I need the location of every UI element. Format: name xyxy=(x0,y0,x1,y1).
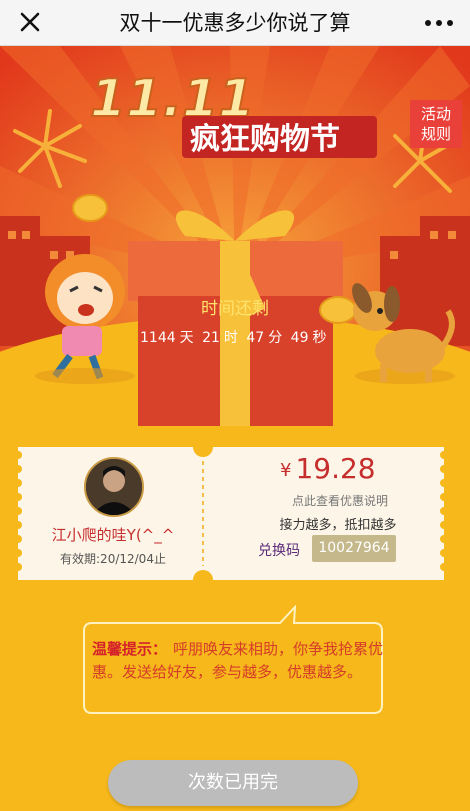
countdown-seconds-unit: 秒 xyxy=(312,330,327,346)
validity-date: 有效期:20/12/04止 xyxy=(60,552,166,566)
countdown-hours: 21 xyxy=(202,330,220,346)
user-avatar-icon xyxy=(86,459,142,515)
countdown-minutes: 47 xyxy=(246,330,265,346)
countdown-timer: 1144 天 21 时 47 分 49 秒 xyxy=(140,327,340,347)
close-icon[interactable] xyxy=(14,6,46,38)
hero-illustration: 11.11 疯狂购物节 xyxy=(0,46,470,436)
countdown-days-unit: 天 xyxy=(179,330,194,346)
tip-text: 温馨提示： 呼朋唤友来相助，你争我抢累优惠。发送给好友，参与越多，优惠越多。 xyxy=(92,638,384,684)
discount-value: 19.28 xyxy=(295,452,376,485)
countdown-label: 时间还剩 xyxy=(201,299,269,319)
activity-rules-button[interactable]: 活动 规则 xyxy=(410,100,462,148)
countdown-hours-unit: 时 xyxy=(223,330,238,346)
countdown-seconds: 49 xyxy=(290,330,309,346)
redeem-code-label: 兑换码 xyxy=(258,543,300,559)
countdown-days: 1144 xyxy=(140,330,176,346)
svg-text:疯狂购物节: 疯狂购物节 xyxy=(190,122,340,157)
currency-symbol: ¥ xyxy=(280,460,292,481)
discount-amount: ¥19.28 xyxy=(280,452,376,485)
avatar xyxy=(84,457,144,517)
rules-line-2: 规则 xyxy=(420,125,451,143)
more-options-icon[interactable] xyxy=(422,10,456,36)
rules-line-1: 活动 xyxy=(420,105,451,123)
attempts-used-button[interactable]: 次数已用完 xyxy=(108,760,358,806)
page-title: 双十一优惠多少你说了算 xyxy=(119,11,351,35)
countdown-minutes-unit: 分 xyxy=(268,330,283,346)
tip-label: 温馨提示： xyxy=(92,640,168,658)
hero-banner: 11.11 疯狂购物节 活动 规则 xyxy=(0,46,470,436)
redeem-code: 10027964 xyxy=(312,535,396,562)
discount-info-link[interactable]: 点此查看优惠说明 xyxy=(270,492,410,509)
relay-tip: 接力越多，抵扣越多 xyxy=(279,518,397,533)
top-navigation-bar: 双十一优惠多少你说了算 xyxy=(0,0,470,46)
username: 江小爬的哇Y(^_^ xyxy=(51,526,175,544)
